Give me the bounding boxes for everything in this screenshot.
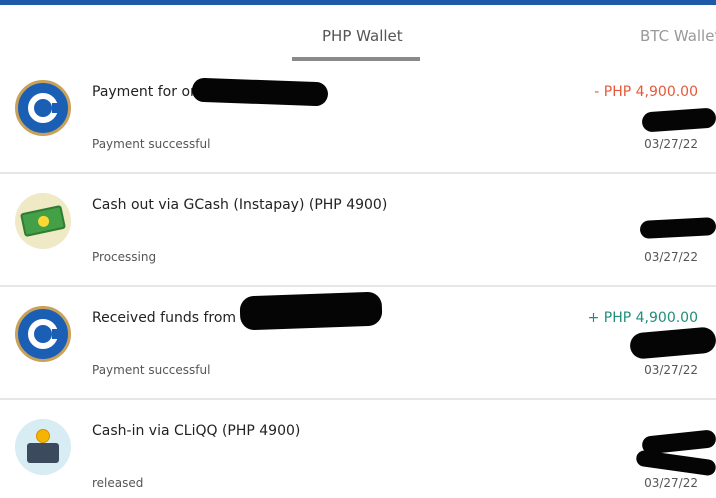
cash-bill-icon	[15, 193, 71, 249]
redaction-mark	[641, 107, 716, 133]
redaction-mark	[239, 291, 383, 331]
redaction-mark	[629, 326, 716, 360]
coins-ph-logo-icon	[15, 80, 71, 136]
tab-php-wallet[interactable]: PHP Wallet	[322, 27, 403, 45]
transaction-row[interactable]: Received funds from order #e9 + PHP 4,90…	[0, 288, 716, 400]
transaction-row[interactable]: Cash out via GCash (Instapay) (PHP 4900)…	[0, 175, 716, 287]
transaction-amount: + PHP 4,900.00	[587, 310, 698, 326]
transaction-status: released	[92, 476, 144, 490]
transaction-row[interactable]: Cash-in via CLiQQ (PHP 4900) released 03…	[0, 401, 716, 498]
redaction-mark	[635, 449, 716, 477]
wallet-tabs: PHP Wallet BTC Wallet	[0, 5, 716, 63]
wallet-coin-icon	[15, 419, 71, 475]
transaction-amount: - PHP 4,900.00	[594, 84, 698, 100]
redaction-mark	[191, 77, 329, 107]
transaction-status: Processing	[92, 250, 157, 264]
coins-ph-logo-icon	[15, 306, 71, 362]
transaction-title: Cash out via GCash (Instapay) (PHP 4900)	[92, 197, 388, 213]
transaction-status: Payment successful	[92, 363, 211, 377]
transaction-date: 03/27/22	[644, 250, 698, 264]
transaction-date: 03/27/22	[644, 137, 698, 151]
redaction-mark	[639, 217, 716, 239]
tab-btc-wallet[interactable]: BTC Wallet	[640, 27, 716, 45]
transaction-date: 03/27/22	[644, 476, 698, 490]
active-tab-indicator	[292, 57, 420, 61]
transaction-date: 03/27/22	[644, 363, 698, 377]
transaction-title: Cash-in via CLiQQ (PHP 4900)	[92, 423, 301, 439]
transaction-row[interactable]: Payment for order Payment successful - P…	[0, 62, 716, 174]
transaction-status: Payment successful	[92, 137, 211, 151]
